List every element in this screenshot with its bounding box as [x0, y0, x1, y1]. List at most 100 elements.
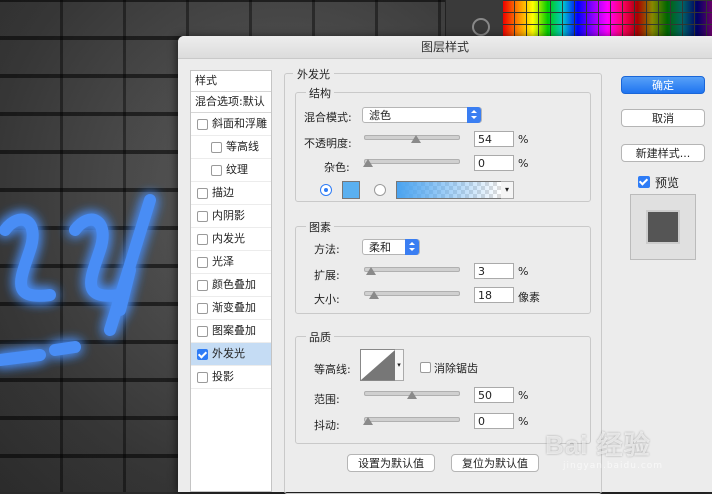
layer-style-dialog: 图层样式 样式 混合选项:默认 斜面和浮雕 等高线 纹理 描边 内阴影 内发光 光泽 颜色叠加… — [178, 36, 712, 494]
preview-label: 预览 — [655, 176, 680, 190]
toolbar-strip — [445, 0, 504, 36]
spread-label: 扩展: — [314, 269, 340, 282]
style-item[interactable]: 光泽 — [191, 251, 271, 274]
style-item[interactable]: 颜色叠加 — [191, 274, 271, 297]
preview-checkbox[interactable] — [638, 176, 650, 188]
style-item-checkbox[interactable] — [197, 348, 208, 360]
chevron-down-icon[interactable]: ▾ — [395, 349, 404, 381]
cancel-button[interactable]: 取消 — [621, 109, 705, 127]
gradient-radio[interactable] — [374, 184, 386, 196]
style-item-checkbox[interactable] — [197, 302, 208, 314]
blend-options-item[interactable]: 混合选项:默认 — [191, 92, 271, 113]
contour-curve-icon — [361, 350, 395, 380]
gear-icon[interactable] — [472, 18, 490, 36]
opacity-unit: % — [518, 133, 529, 146]
color-swatches-panel[interactable] — [503, 0, 712, 36]
antialias-label: 消除锯齿 — [434, 362, 478, 375]
spread-slider[interactable] — [364, 265, 460, 275]
elements-group: 图素 方法: 柔和 扩展: 3 % 大小: 18 像素 — [295, 219, 591, 314]
watermark-main: Bai 经验 — [545, 430, 651, 460]
blend-mode-label: 混合模式: — [304, 111, 352, 124]
technique-label: 方法: — [314, 243, 340, 256]
contour-label: 等高线: — [314, 363, 351, 376]
style-item-checkbox[interactable] — [197, 187, 208, 199]
style-list: 样式 混合选项:默认 斜面和浮雕等高线纹理描边内阴影内发光光泽颜色叠加渐变叠加图… — [190, 70, 272, 492]
chevron-updown-icon — [405, 239, 419, 255]
style-item-checkbox[interactable] — [211, 164, 222, 176]
antialias-checkbox[interactable] — [420, 362, 431, 373]
style-item-label: 内发光 — [212, 232, 245, 245]
range-slider[interactable] — [364, 389, 460, 399]
style-item-checkbox[interactable] — [197, 210, 208, 222]
glow-color-swatch[interactable] — [342, 181, 360, 199]
style-item-checkbox[interactable] — [197, 256, 208, 268]
style-item-label: 投影 — [212, 370, 234, 383]
style-item-checkbox[interactable] — [197, 371, 208, 383]
style-item-label: 描边 — [212, 186, 234, 199]
style-item-label: 等高线 — [226, 140, 259, 153]
watermark-logo: Bai 经验 jingyan.baidu.com — [545, 425, 705, 480]
watermark-url: jingyan.baidu.com — [563, 461, 664, 471]
opacity-slider[interactable] — [364, 133, 460, 143]
style-item[interactable]: 图案叠加 — [191, 320, 271, 343]
range-label: 范围: — [314, 393, 340, 406]
style-item-label: 内阴影 — [212, 209, 245, 222]
style-item-label: 纹理 — [226, 163, 248, 176]
style-item-checkbox[interactable] — [197, 279, 208, 291]
solid-color-radio[interactable] — [320, 184, 332, 196]
style-item[interactable]: 等高线 — [191, 136, 271, 159]
new-style-button[interactable]: 新建样式... — [621, 144, 705, 162]
slider-thumb[interactable] — [410, 135, 421, 143]
style-item[interactable]: 投影 — [191, 366, 271, 389]
style-item[interactable]: 内发光 — [191, 228, 271, 251]
size-slider[interactable] — [364, 289, 460, 299]
blend-mode-value: 滤色 — [369, 109, 391, 122]
opacity-input[interactable]: 54 — [474, 131, 514, 147]
style-item[interactable]: 纹理 — [191, 159, 271, 182]
style-item[interactable]: 外发光 — [191, 343, 271, 366]
reset-default-button[interactable]: 复位为默认值 — [451, 454, 539, 472]
style-item[interactable]: 斜面和浮雕 — [191, 113, 271, 136]
technique-value: 柔和 — [369, 241, 391, 254]
spread-input[interactable]: 3 — [474, 263, 514, 279]
chevron-down-icon[interactable]: ▾ — [501, 181, 514, 199]
slider-thumb[interactable] — [363, 159, 373, 167]
slider-thumb[interactable] — [363, 417, 373, 425]
contour-picker[interactable] — [360, 349, 396, 381]
noise-slider[interactable] — [363, 157, 460, 167]
slider-thumb[interactable] — [365, 267, 376, 275]
style-item-checkbox[interactable] — [197, 118, 208, 130]
style-item-label: 颜色叠加 — [212, 278, 256, 291]
style-item[interactable]: 内阴影 — [191, 205, 271, 228]
neon-text-artwork — [0, 194, 156, 366]
style-list-header[interactable]: 样式 — [191, 71, 271, 92]
style-item-label: 斜面和浮雕 — [212, 117, 267, 130]
noise-label: 杂色: — [324, 161, 350, 174]
size-unit: 像素 — [518, 291, 540, 304]
jitter-input[interactable]: 0 — [474, 413, 514, 429]
glow-gradient-picker[interactable] — [396, 181, 502, 199]
style-item-label: 图案叠加 — [212, 324, 256, 337]
noise-unit: % — [518, 157, 529, 170]
jitter-unit: % — [518, 415, 529, 428]
preview-thumbnail — [630, 194, 696, 260]
size-input[interactable]: 18 — [474, 287, 514, 303]
style-item[interactable]: 渐变叠加 — [191, 297, 271, 320]
make-default-button[interactable]: 设置为默认值 — [347, 454, 435, 472]
spread-unit: % — [518, 265, 529, 278]
blend-mode-select[interactable]: 滤色 — [362, 107, 482, 123]
slider-thumb[interactable] — [407, 391, 417, 399]
quality-title: 品质 — [306, 329, 334, 345]
ok-button[interactable]: 确定 — [621, 76, 705, 94]
style-item-checkbox[interactable] — [197, 325, 208, 337]
slider-thumb[interactable] — [369, 291, 380, 299]
jitter-slider[interactable] — [363, 415, 460, 425]
style-item-checkbox[interactable] — [197, 233, 208, 245]
size-label: 大小: — [314, 293, 340, 306]
technique-select[interactable]: 柔和 — [362, 239, 420, 255]
range-input[interactable]: 50 — [474, 387, 514, 403]
noise-input[interactable]: 0 — [474, 155, 514, 171]
structure-title: 结构 — [306, 85, 334, 101]
style-item[interactable]: 描边 — [191, 182, 271, 205]
style-item-checkbox[interactable] — [211, 141, 222, 153]
